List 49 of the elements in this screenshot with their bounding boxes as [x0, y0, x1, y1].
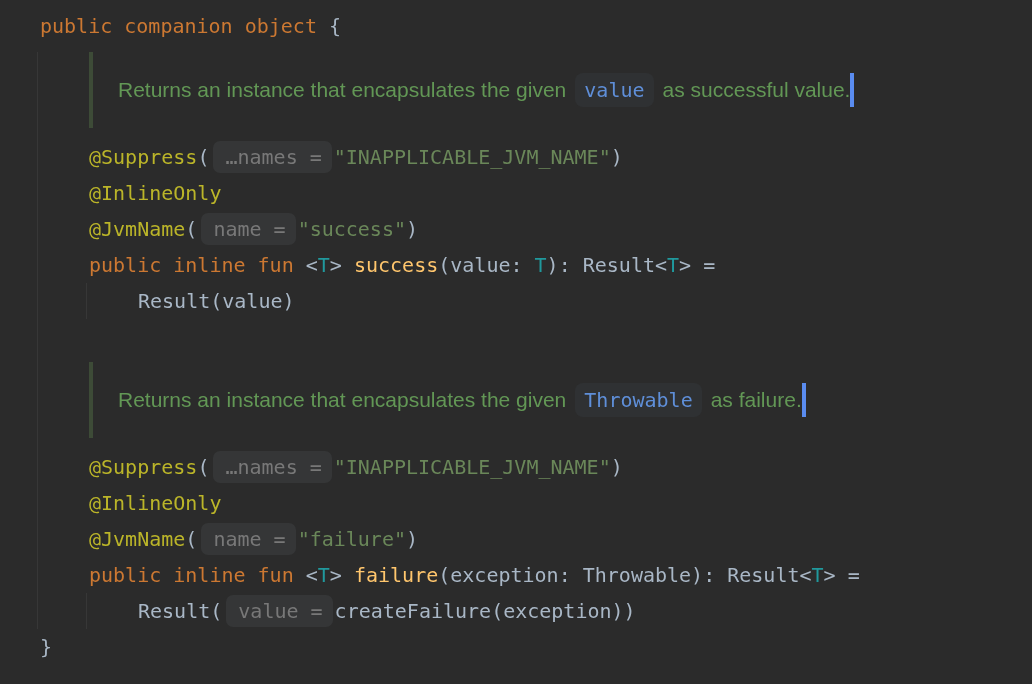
code-text: (: [185, 526, 198, 553]
code-text: ): Result<: [546, 252, 668, 279]
code-text: <: [304, 252, 318, 279]
code-text: {: [328, 13, 342, 40]
type-parameter: T: [317, 252, 330, 279]
doc-comment: Returns an instance that encapsulates the given value as successful value.: [118, 73, 851, 107]
parameter-hint: …names =: [213, 451, 332, 483]
code-text: >: [329, 562, 343, 589]
code-text: (: [197, 454, 210, 481]
code-keyword: public inline fun: [89, 562, 294, 589]
string-literal: "INAPPLICABLE_JVM_NAME": [333, 144, 611, 171]
code-text: >: [329, 252, 343, 279]
code-text: (: [185, 216, 198, 243]
code-text: ): [610, 144, 623, 171]
annotation: @JvmName: [89, 526, 186, 553]
annotation: @InlineOnly: [89, 180, 222, 207]
code-text: }: [40, 634, 53, 661]
type-parameter: T: [667, 252, 680, 279]
code-text: (exception: Throwable): Result<: [438, 562, 812, 589]
code-text: Result(value): [138, 288, 295, 315]
code-text: ): [406, 526, 419, 553]
doc-comment: Returns an instance that encapsulates the given Throwable as failure.: [118, 383, 802, 417]
type-parameter: T: [811, 562, 824, 589]
parameter-hint: name =: [201, 523, 296, 555]
code-keyword: public companion object: [40, 13, 317, 40]
type-parameter: T: [317, 562, 330, 589]
function-name: failure: [353, 562, 439, 589]
code-text: ): [610, 454, 623, 481]
code-text: (: [197, 144, 210, 171]
type-parameter: T: [534, 252, 547, 279]
parameter-hint: …names =: [213, 141, 332, 173]
annotation: @Suppress: [89, 454, 198, 481]
string-literal: "failure": [297, 526, 406, 553]
code-text: (value:: [438, 252, 524, 279]
code-text: createFailure(exception)): [334, 598, 636, 625]
code-text: <: [304, 562, 318, 589]
code-text: > =: [679, 252, 716, 279]
code-keyword: public inline fun: [89, 252, 294, 279]
function-name: success: [353, 252, 439, 279]
string-literal: "INAPPLICABLE_JVM_NAME": [333, 454, 611, 481]
parameter-hint: name =: [201, 213, 296, 245]
annotation: @Suppress: [89, 144, 198, 171]
code-text: ): [406, 216, 419, 243]
annotation: @JvmName: [89, 216, 186, 243]
code-text: Result(: [138, 598, 223, 625]
code-text: > =: [823, 562, 860, 589]
string-literal: "success": [297, 216, 406, 243]
parameter-hint: value =: [226, 595, 333, 627]
annotation: @InlineOnly: [89, 490, 222, 517]
